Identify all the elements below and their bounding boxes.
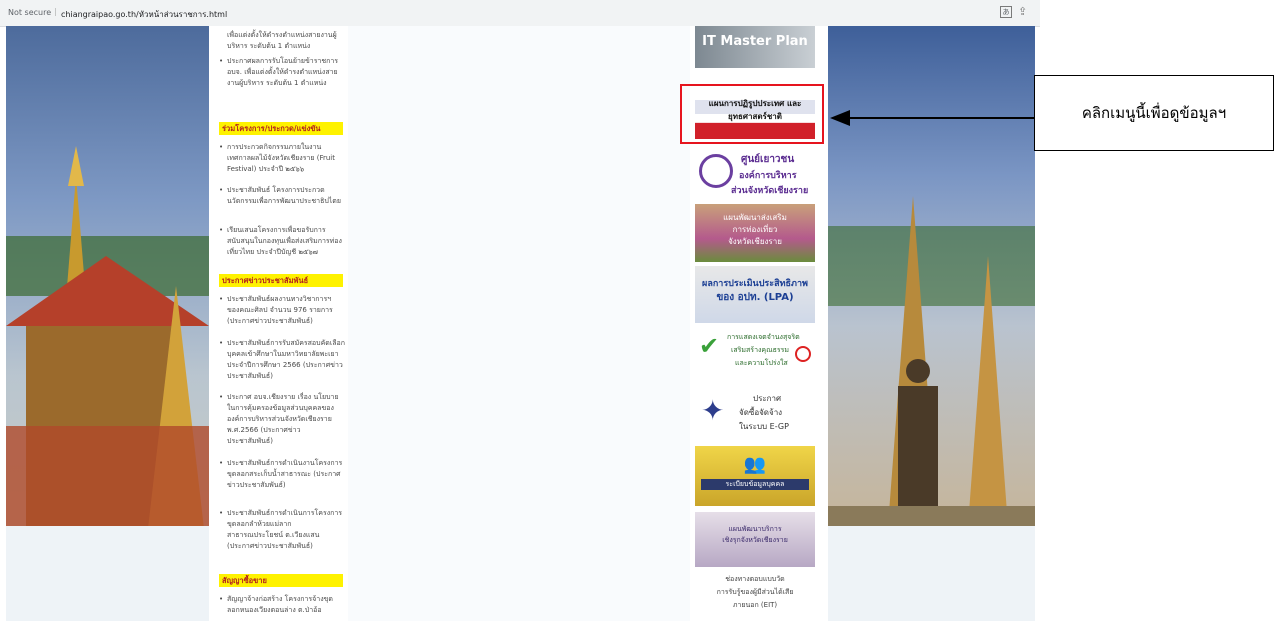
address-bar[interactable]: Not secure | chiangraipao.go.th/หัวหน้าส… [0, 0, 1040, 27]
bullet-icon: • [219, 509, 224, 517]
bullet-icon: • [219, 226, 224, 234]
seal-icon [699, 154, 733, 188]
egp-banner[interactable]: ✦ ประกาศ จัดซื้อจัดจ้าง ในระบบ E-GP [695, 386, 815, 438]
left-background-image [6, 26, 209, 546]
bullet-icon: • [219, 186, 224, 194]
url-separator: | [54, 7, 57, 16]
it-master-plan-banner[interactable]: IT Master Plan [695, 26, 815, 68]
bullet-icon: • [219, 393, 224, 401]
anti-corruption-banner[interactable]: ✔ การแสดงเจตจำนงสุจริต เสริมสร้างคุณธรรม… [695, 328, 815, 376]
news-column: เพื่อแต่งตั้งให้ดำรงตำแหน่งสายงานผู้บริห… [209, 26, 348, 621]
bullet-icon: • [219, 143, 224, 151]
section-header-news: ประกาศข่าวประชาสัมพันธ์ [219, 274, 343, 287]
eit-banner[interactable]: ช่องทางตอบแบบวัด การรับรู้ของผู้มีส่วนได… [695, 573, 815, 621]
section-header-contracts: สัญญาซื้อขาย [219, 574, 343, 587]
public-service-banner[interactable]: แผนพัฒนาบริการ เชิงรุกจังหวัดเชียงราย [695, 512, 815, 567]
tourism-plan-banner[interactable]: แผนพัฒนาส่งเสริม การท่องเที่ยว จังหวัดเช… [695, 204, 815, 262]
no-sign-icon [795, 346, 811, 362]
bullet-icon: • [219, 459, 224, 467]
bullet-icon: • [219, 339, 224, 347]
garuda-icon: ✦ [701, 394, 725, 427]
content-area [348, 26, 690, 621]
callout-text: คลิกเมนูนี้เพื่อดูข้อมูลฯ [1081, 104, 1227, 122]
bullet-icon: • [219, 295, 224, 303]
personnel-banner[interactable]: 👥 ระเบียบข้อมูลบุคคล [695, 446, 815, 506]
lpa-banner[interactable]: ผลการประเมินประสิทธิภาพ ของ อปท. (LPA) [695, 266, 815, 323]
highlight-box [680, 84, 824, 144]
checkmark-icon: ✔ [699, 332, 720, 360]
temple-left-illustration [6, 146, 209, 546]
section-header-contests: ร่วมโครงการ/ประกวด/แข่งขัน [219, 122, 343, 135]
arrow-icon [830, 110, 1034, 126]
callout-box: คลิกเมนูนี้เพื่อดูข้อมูลฯ [1034, 75, 1274, 151]
bullet-icon: • [219, 57, 224, 65]
translate-icon[interactable]: あ [1000, 6, 1012, 18]
monument-right-illustration [828, 196, 1035, 526]
youth-center-banner[interactable]: ศูนย์เยาวชน องค์การบริหาร ส่วนจังหวัดเชี… [695, 146, 815, 201]
bullet-icon: • [219, 595, 224, 603]
people-icon: 👥 [743, 454, 767, 475]
security-indicator[interactable]: Not secure [8, 8, 51, 17]
url-text[interactable]: chiangraipao.go.th/หัวหน้าส่วนราชการ.htm… [61, 8, 227, 21]
right-background-image [828, 26, 1035, 526]
share-icon[interactable]: ⇪ [1018, 5, 1027, 18]
